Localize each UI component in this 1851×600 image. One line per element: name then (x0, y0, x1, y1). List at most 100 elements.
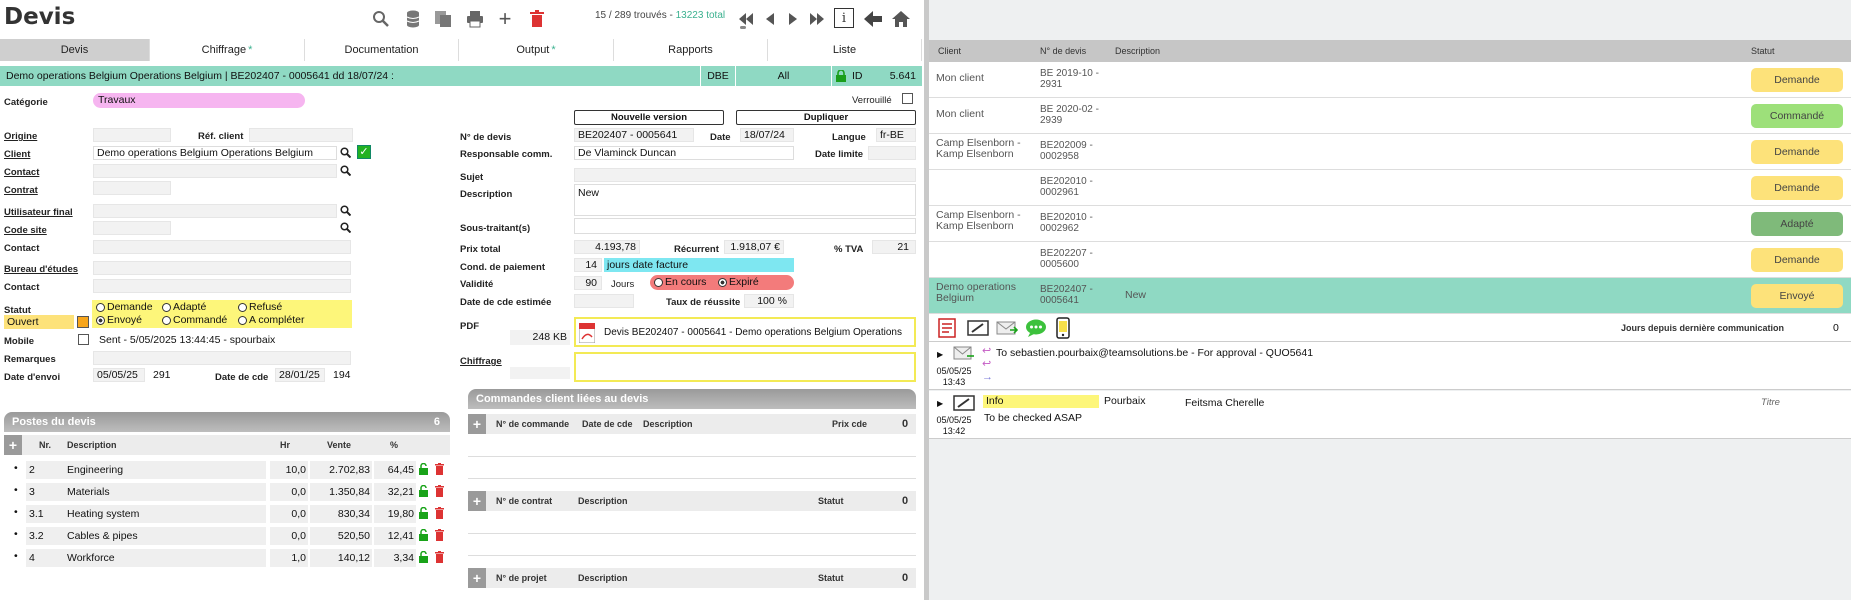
utilisateur-search-icon[interactable] (340, 205, 352, 219)
pdf-dropzone[interactable]: Devis BE202407 - 0005641 - Demo operatio… (574, 317, 916, 347)
code-site-field[interactable] (93, 221, 171, 235)
radio-en-cours[interactable]: En cours (654, 275, 706, 289)
trash-icon[interactable] (435, 463, 444, 478)
email-icon[interactable] (996, 320, 1019, 339)
remarques-field[interactable] (93, 351, 351, 365)
bureau-label[interactable]: Bureau d'études (4, 264, 78, 275)
list-status-badge[interactable]: Adapté (1751, 212, 1843, 236)
responsable-field[interactable]: De Vlaminck Duncan (574, 146, 794, 160)
tab-output[interactable]: Output * (459, 39, 614, 61)
tab-devis[interactable]: Devis (0, 39, 150, 61)
trash-icon[interactable] (435, 529, 444, 544)
categorie-select[interactable]: Travaux (93, 93, 305, 108)
tab-rapports[interactable]: Rapports (614, 39, 768, 61)
verrouille-checkbox[interactable] (902, 93, 913, 104)
unlock-icon[interactable] (419, 528, 428, 544)
quote-list-row[interactable]: Demo operations Belgium BE202407 - 000564… (929, 278, 1851, 314)
contact-search-icon[interactable] (340, 165, 352, 179)
chat-icon[interactable] (1025, 319, 1047, 340)
tab-chiffrage[interactable]: Chiffrage * (150, 39, 305, 61)
origine-label[interactable]: Origine (4, 131, 37, 142)
expand-icon[interactable]: ▶ (937, 399, 943, 408)
quote-list-row[interactable]: Mon client BE 2020-02 - 2939 Commandé (929, 98, 1851, 134)
radio-adapte[interactable]: Adapté (162, 301, 206, 313)
radio-demande[interactable]: Demande (96, 301, 153, 313)
quote-list-row[interactable]: Camp Elsenborn - Kamp Elsenborn BE202010 … (929, 206, 1851, 242)
date-limite-field[interactable] (868, 146, 916, 160)
client-label[interactable]: Client (4, 149, 30, 160)
next-record-icon[interactable] (782, 8, 804, 30)
sous-traitants-field[interactable] (574, 218, 916, 234)
trash-icon[interactable] (435, 551, 444, 566)
list-status-badge[interactable]: Envoyé (1751, 284, 1843, 308)
radio-expire[interactable]: Expiré (718, 275, 759, 289)
tab-liste[interactable]: Liste (768, 39, 922, 61)
client-field[interactable]: Demo operations Belgium Operations Belgi… (93, 146, 337, 160)
no-devis-field[interactable]: BE202407 - 0005641 (574, 128, 694, 142)
radio-refuse[interactable]: Refusé (238, 301, 282, 313)
dupliquer-button[interactable]: Dupliquer (736, 110, 916, 125)
all-filter[interactable]: All (736, 66, 832, 86)
cond-paiement-select[interactable]: jours date facture (604, 258, 794, 272)
trash-icon[interactable] (435, 507, 444, 522)
contrat-label[interactable]: Contrat (4, 185, 38, 196)
quote-list-row[interactable]: BE202010 - 0002961 Demande (929, 170, 1851, 206)
ref-client-field[interactable] (249, 128, 353, 142)
poste-row[interactable]: • 3.1 Heating system 0,0 830,34 19,80 (4, 505, 450, 523)
contact2-field[interactable] (93, 240, 351, 254)
quote-list-row[interactable]: Mon client BE 2019-10 - 2931 Demande (929, 62, 1851, 98)
last-record-icon[interactable] (806, 8, 828, 30)
list-status-badge[interactable]: Commandé (1751, 104, 1843, 128)
sujet-field[interactable] (574, 168, 916, 182)
print-icon[interactable] (464, 8, 486, 30)
date-envoi-field[interactable]: 05/05/25 (93, 368, 145, 382)
radio-a-completer[interactable]: A compléter (238, 314, 304, 326)
expand-icon[interactable]: ▶ (937, 350, 943, 359)
code-site-label[interactable]: Code site (4, 225, 47, 236)
dbe-filter[interactable]: DBE (700, 66, 736, 86)
first-record-icon[interactable] (735, 8, 757, 30)
report-icon[interactable] (937, 318, 957, 341)
pdf-filename[interactable]: Devis BE202407 - 0005641 - Demo operatio… (604, 327, 902, 338)
ouvert-color-swatch[interactable] (77, 316, 89, 328)
tva-field[interactable]: 21 (872, 240, 916, 254)
code-site-search-icon[interactable] (340, 222, 352, 236)
contact3-field[interactable] (93, 279, 351, 293)
poste-row[interactable]: • 3 Materials 0,0 1.350,84 32,21 (4, 483, 450, 501)
contact-label[interactable]: Contact (4, 167, 39, 178)
search-icon[interactable] (370, 8, 392, 30)
quote-list-row[interactable]: BE202207 - 0005600 Demande (929, 242, 1851, 278)
copy-record-icon[interactable] (432, 8, 454, 30)
ouvert-badge[interactable]: Ouvert (4, 315, 74, 329)
quote-list-row[interactable]: Camp Elsenborn - Kamp Elsenborn BE202009 … (929, 134, 1851, 170)
date-field[interactable]: 18/07/24 (740, 128, 794, 142)
add-contrat-button[interactable]: + (468, 491, 486, 511)
description-field[interactable]: New (574, 184, 916, 216)
client-check-icon[interactable]: ✓ (357, 145, 371, 159)
bureau-field[interactable] (93, 261, 351, 275)
date-cde-estimee-field[interactable] (574, 294, 634, 308)
phone-icon[interactable] (1056, 317, 1070, 342)
tab-documentation[interactable]: Documentation (305, 39, 459, 61)
origine-field[interactable] (93, 128, 171, 142)
add-projet-button[interactable]: + (468, 568, 486, 588)
list-status-badge[interactable]: Demande (1751, 140, 1843, 164)
taux-field[interactable]: 100 % (744, 294, 794, 308)
contact-field[interactable] (93, 164, 337, 178)
chiffrage-link[interactable]: Chiffrage (460, 356, 502, 367)
list-status-badge[interactable]: Demande (1751, 176, 1843, 200)
note-icon[interactable] (967, 320, 989, 339)
poste-row[interactable]: • 2 Engineering 10,0 2.702,83 64,45 (4, 461, 450, 479)
trash-icon[interactable] (435, 485, 444, 500)
poste-row[interactable]: • 4 Workforce 1,0 140,12 3,34 (4, 549, 450, 567)
add-poste-button[interactable]: + (4, 435, 22, 455)
trash-icon[interactable] (526, 8, 548, 30)
radio-commande[interactable]: Commandé (162, 314, 227, 326)
client-search-icon[interactable] (340, 147, 352, 161)
unlock-icon[interactable] (419, 462, 428, 478)
communication-item[interactable]: ▶ Info Pourbaix Feitsma Cherelle Titre T… (929, 391, 1851, 439)
unlock-icon[interactable] (419, 506, 428, 522)
previous-record-icon[interactable] (759, 8, 781, 30)
utilisateur-final-field[interactable] (93, 204, 337, 218)
database-icon[interactable] (402, 8, 424, 30)
